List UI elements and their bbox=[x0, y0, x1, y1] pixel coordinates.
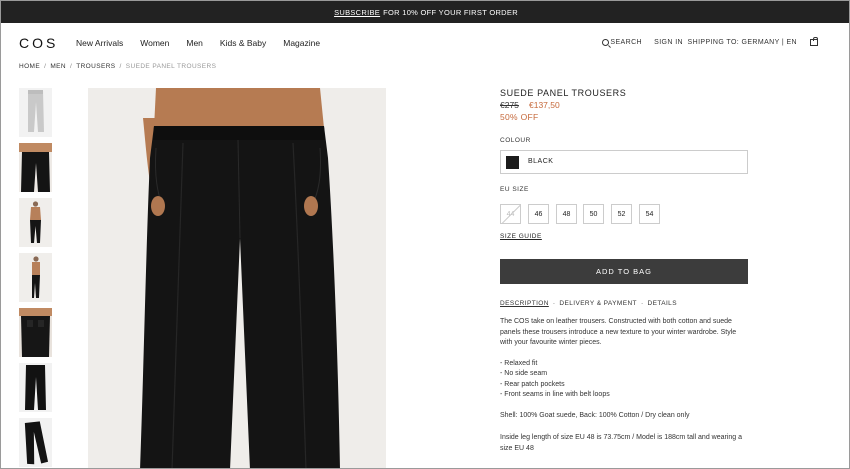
tab-separator: · bbox=[640, 300, 644, 307]
page: SUBSCRIBE FOR 10% OFF YOUR FIRST ORDER C… bbox=[0, 0, 850, 469]
thumbnail-7[interactable] bbox=[19, 418, 52, 467]
discount-badge: 50% OFF bbox=[500, 112, 539, 122]
product-main-image[interactable] bbox=[88, 88, 386, 468]
tab-details[interactable]: DETAILS bbox=[648, 300, 677, 307]
main-nav: New Arrivals Women Men Kids & Baby Magaz… bbox=[76, 38, 337, 48]
size-option-44[interactable]: 44 bbox=[500, 204, 521, 224]
size-option-48[interactable]: 48 bbox=[556, 204, 577, 224]
breadcrumb-current: SUEDE PANEL TROUSERS bbox=[125, 63, 217, 70]
tab-delivery-payment[interactable]: DELIVERY & PAYMENT bbox=[559, 300, 637, 307]
sign-in-link[interactable]: SIGN IN bbox=[654, 39, 683, 46]
subscribe-link[interactable]: SUBSCRIBE bbox=[334, 8, 380, 17]
nav-kids-baby[interactable]: Kids & Baby bbox=[220, 38, 266, 48]
breadcrumb-separator: / bbox=[69, 63, 73, 70]
fit-info: Inside leg length of size EU 48 is 73.75… bbox=[500, 434, 743, 452]
shipping-selector[interactable]: SHIPPING TO: GERMANY | EN bbox=[688, 39, 797, 46]
breadcrumb-trousers[interactable]: TROUSERS bbox=[76, 63, 115, 70]
material-info: Shell: 100% Goat suede, Back: 100% Cotto… bbox=[500, 412, 690, 419]
breadcrumb-men[interactable]: MEN bbox=[50, 63, 66, 70]
colour-selector[interactable]: BLACK bbox=[500, 150, 748, 174]
feature-item: - Rear patch pockets bbox=[500, 381, 565, 388]
info-tabs: DESCRIPTION · DELIVERY & PAYMENT · DETAI… bbox=[500, 300, 677, 307]
add-to-bag-button[interactable]: ADD TO BAG bbox=[500, 259, 748, 284]
thumbnail-1[interactable] bbox=[19, 88, 52, 137]
site-header: COS New Arrivals Women Men Kids & Baby M… bbox=[1, 23, 849, 61]
shopping-bag-icon[interactable] bbox=[810, 37, 818, 46]
sale-price: €137,50 bbox=[529, 100, 560, 110]
size-option-52[interactable]: 52 bbox=[611, 204, 632, 224]
tab-description[interactable]: DESCRIPTION bbox=[500, 300, 549, 307]
breadcrumb-home[interactable]: HOME bbox=[19, 63, 40, 70]
promo-text: FOR 10% OFF YOUR FIRST ORDER bbox=[383, 7, 518, 17]
size-option-54[interactable]: 54 bbox=[639, 204, 660, 224]
nav-new-arrivals[interactable]: New Arrivals bbox=[76, 38, 123, 48]
promo-banner: SUBSCRIBE FOR 10% OFF YOUR FIRST ORDER bbox=[1, 1, 849, 23]
colour-swatch bbox=[506, 156, 519, 169]
search-link[interactable]: SEARCH bbox=[610, 39, 642, 46]
nav-magazine[interactable]: Magazine bbox=[283, 38, 320, 48]
feature-item: - Relaxed fit bbox=[500, 360, 538, 367]
tab-separator: · bbox=[552, 300, 556, 307]
size-guide-link[interactable]: SIZE GUIDE bbox=[500, 233, 542, 240]
cos-logo[interactable]: COS bbox=[19, 35, 58, 51]
breadcrumb-separator: / bbox=[119, 63, 122, 70]
colour-value: BLACK bbox=[528, 158, 554, 165]
feature-item: - Front seams in line with belt loops bbox=[500, 391, 610, 398]
original-price: €275 bbox=[500, 100, 519, 110]
nav-men[interactable]: Men bbox=[186, 38, 203, 48]
colour-label: COLOUR bbox=[500, 137, 531, 144]
thumbnail-3[interactable] bbox=[19, 198, 52, 247]
breadcrumb-separator: / bbox=[44, 63, 47, 70]
thumbnail-5[interactable] bbox=[19, 308, 52, 357]
thumbnail-2[interactable] bbox=[19, 143, 52, 192]
product-title: SUEDE PANEL TROUSERS bbox=[500, 88, 627, 98]
size-option-46[interactable]: 46 bbox=[528, 204, 549, 224]
thumbnail-4[interactable] bbox=[19, 253, 52, 302]
search-icon[interactable] bbox=[602, 39, 609, 46]
size-option-50[interactable]: 50 bbox=[583, 204, 604, 224]
description-intro: The COS take on leather trousers. Constr… bbox=[500, 318, 737, 346]
nav-women[interactable]: Women bbox=[140, 38, 169, 48]
size-label: EU SIZE bbox=[500, 186, 529, 193]
feature-item: - No side seam bbox=[500, 370, 548, 377]
breadcrumb: HOME / MEN / TROUSERS / SUEDE PANEL TROU… bbox=[19, 63, 216, 70]
thumbnail-6[interactable] bbox=[19, 363, 52, 412]
